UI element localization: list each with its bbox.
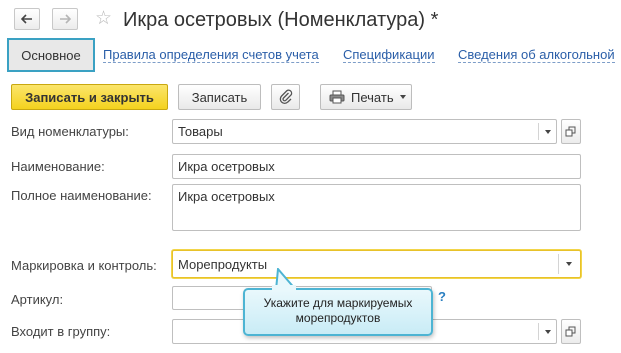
favorite-star-icon[interactable]: ☆	[95, 7, 112, 29]
tab-accounting-rules[interactable]: Правила определения счетов учета	[103, 47, 319, 63]
name-field[interactable]: Икра осетровых	[172, 154, 581, 179]
full-name-field[interactable]: Икра осетровых	[172, 184, 581, 231]
full-name-value: Икра осетровых	[178, 189, 275, 204]
open-window-icon	[565, 326, 576, 337]
full-name-label: Полное наименование:	[11, 188, 152, 203]
forward-button[interactable]	[52, 8, 78, 30]
printer-icon	[329, 90, 345, 104]
chevron-down-icon[interactable]	[545, 330, 551, 334]
print-button[interactable]: Печать	[320, 84, 412, 110]
tab-main[interactable]: Основное	[7, 38, 95, 72]
tooltip-pointer-cover	[272, 285, 296, 291]
chevron-down-icon[interactable]	[545, 130, 551, 134]
tooltip-text: Укажите для маркируемых морепродуктов	[263, 296, 413, 325]
chevron-down-icon[interactable]	[566, 262, 572, 266]
print-label: Печать	[351, 89, 394, 105]
back-button[interactable]	[14, 8, 40, 30]
nomenclature-type-label: Вид номенклатуры:	[11, 124, 129, 139]
tab-specifications[interactable]: Спецификации	[343, 47, 435, 63]
nomenclature-type-field[interactable]: Товары	[172, 119, 557, 144]
open-window-icon	[565, 126, 576, 137]
marking-label: Маркировка и контроль:	[11, 258, 157, 273]
name-label: Наименование:	[11, 159, 105, 174]
forward-arrow-icon	[60, 14, 71, 24]
tab-alcohol-info[interactable]: Сведения об алкогольной	[458, 47, 615, 63]
help-icon[interactable]: ?	[438, 289, 446, 304]
save-and-close-button[interactable]: Записать и закрыть	[11, 84, 168, 110]
nomenclature-type-value: Товары	[178, 124, 223, 139]
attach-button[interactable]	[271, 84, 300, 110]
open-nomenclature-type-button[interactable]	[561, 119, 581, 144]
name-value: Икра осетровых	[178, 159, 275, 174]
back-arrow-icon	[21, 14, 32, 24]
open-group-button[interactable]	[561, 319, 581, 344]
save-button[interactable]: Записать	[178, 84, 261, 110]
window-title: Икра осетровых (Номенклатура) *	[123, 9, 439, 31]
chevron-down-icon	[399, 95, 406, 99]
paperclip-icon	[279, 89, 292, 105]
marking-field[interactable]: Морепродукты	[172, 250, 581, 278]
marking-value: Морепродукты	[178, 257, 268, 272]
group-label: Входит в группу:	[11, 324, 111, 339]
article-label: Артикул:	[11, 292, 64, 307]
tooltip: Укажите для маркируемых морепродуктов	[243, 288, 433, 336]
